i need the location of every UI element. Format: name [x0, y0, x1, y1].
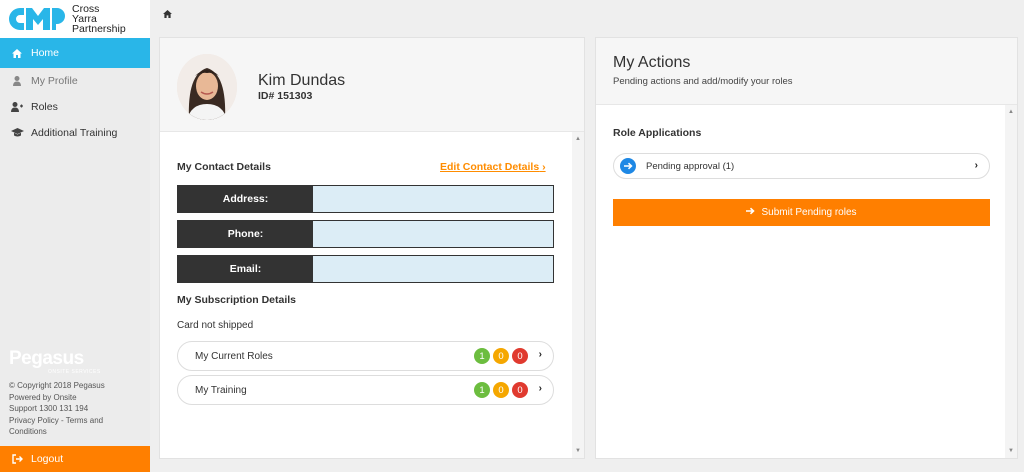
sidebar-item-additional-training[interactable]: Additional Training [0, 120, 150, 146]
home-icon [163, 10, 172, 18]
scroll-down-icon[interactable]: ▼ [575, 448, 581, 454]
profile-scrollbar[interactable]: ▲ ▼ [572, 132, 584, 458]
training-row[interactable]: My Training 1 0 0 › [177, 375, 554, 405]
sidebar-footer: © Copyright 2018 Pegasus Powered by Onsi… [9, 380, 144, 438]
current-roles-counts: 1 0 0 [474, 348, 528, 364]
avatar [177, 54, 237, 120]
pegasus-logo: Pegasus [9, 348, 84, 369]
sidebar-item-label: Roles [31, 101, 58, 113]
current-roles-row[interactable]: My Current Roles 1 0 0 › [177, 341, 554, 371]
contact-details-title: My Contact Details [177, 161, 271, 173]
pegasus-logo-subtitle: ONSITE SERVICES [48, 369, 101, 375]
actions-header: My Actions Pending actions and add/modif… [596, 38, 1017, 105]
breadcrumb[interactable] [163, 10, 172, 20]
subscription-details-title: My Subscription Details [177, 294, 297, 306]
phone-value [313, 221, 553, 247]
chevron-right-icon: › [538, 383, 542, 394]
current-roles-label: My Current Roles [195, 350, 273, 362]
chevron-right-icon: › [538, 349, 542, 360]
email-value [313, 256, 553, 282]
profile-id: ID# 151303 [258, 90, 313, 102]
email-label: Email: [178, 256, 313, 282]
scroll-down-icon[interactable]: ▼ [1008, 448, 1014, 454]
status-badge: 0 [493, 382, 509, 398]
scroll-up-icon[interactable]: ▲ [575, 136, 581, 142]
email-row: Email: [177, 255, 554, 283]
logout-label: Logout [31, 453, 64, 465]
address-row: Address: [177, 185, 554, 213]
profile-header: Kim Dundas ID# 151303 [160, 38, 584, 132]
actions-subtitle: Pending actions and add/modify your role… [613, 76, 793, 87]
actions-panel: My Actions Pending actions and add/modif… [595, 37, 1018, 459]
status-badge: 1 [474, 348, 490, 364]
privacy-terms-link[interactable]: Privacy Policy - Terms and [9, 415, 144, 427]
phone-row: Phone: [177, 220, 554, 248]
home-icon [9, 48, 25, 58]
profile-panel: Kim Dundas ID# 151303 My Contact Details… [159, 37, 585, 459]
arrow-right-icon [746, 207, 756, 218]
card-status: Card not shipped [177, 320, 254, 331]
logo-text: Cross Yarra Partnership [72, 4, 126, 35]
sidebar: Cross Yarra Partnership Home My Profile … [0, 0, 150, 472]
edit-contact-details-link[interactable]: Edit Contact Details › [440, 161, 546, 173]
address-value [313, 186, 553, 212]
sidebar-item-label: Additional Training [31, 127, 118, 139]
training-label: My Training [195, 384, 247, 396]
status-badge: 1 [474, 382, 490, 398]
profile-name: Kim Dundas [258, 72, 346, 89]
actions-title: My Actions [613, 54, 691, 71]
edit-contact-details-label: Edit Contact Details [440, 161, 540, 173]
sidebar-item-my-profile[interactable]: My Profile [0, 68, 150, 94]
conditions-link[interactable]: Conditions [9, 426, 144, 438]
status-badge: 0 [493, 348, 509, 364]
logo-line: Partnership [72, 23, 126, 35]
sign-out-icon [9, 454, 25, 464]
user-plus-icon [9, 102, 25, 112]
scroll-up-icon[interactable]: ▲ [1008, 109, 1014, 115]
role-applications-title: Role Applications [613, 127, 702, 139]
address-label: Address: [178, 186, 313, 212]
support-text: Support 1300 131 194 [9, 404, 89, 413]
user-icon [9, 76, 25, 86]
sidebar-item-roles[interactable]: Roles [0, 94, 150, 120]
status-badge: 0 [512, 348, 528, 364]
actions-scrollbar[interactable]: ▲ ▼ [1005, 105, 1017, 458]
copyright-text: © Copyright 2018 Pegasus [9, 381, 105, 390]
phone-label: Phone: [178, 221, 313, 247]
sidebar-item-label: Home [31, 47, 60, 59]
chevron-right-icon: › [974, 160, 978, 171]
submit-pending-roles-label: Submit Pending roles [761, 207, 857, 218]
powered-by-text: Powered by Onsite [9, 392, 77, 402]
cyp-logo[interactable]: Cross Yarra Partnership [0, 0, 150, 38]
pending-approval-label: Pending approval (1) [646, 160, 735, 172]
pending-approval-row[interactable]: Pending approval (1) › [613, 153, 990, 179]
graduation-cap-icon [9, 128, 25, 138]
sidebar-item-label: My Profile [31, 75, 78, 87]
submit-pending-roles-button[interactable]: Submit Pending roles [613, 199, 990, 226]
training-counts: 1 0 0 [474, 382, 528, 398]
status-badge: 0 [512, 382, 528, 398]
cyp-logo-icon [9, 8, 65, 30]
logout-button[interactable]: Logout [0, 446, 150, 472]
arrow-right-circle-icon [620, 158, 636, 174]
sidebar-item-home[interactable]: Home [0, 38, 150, 68]
